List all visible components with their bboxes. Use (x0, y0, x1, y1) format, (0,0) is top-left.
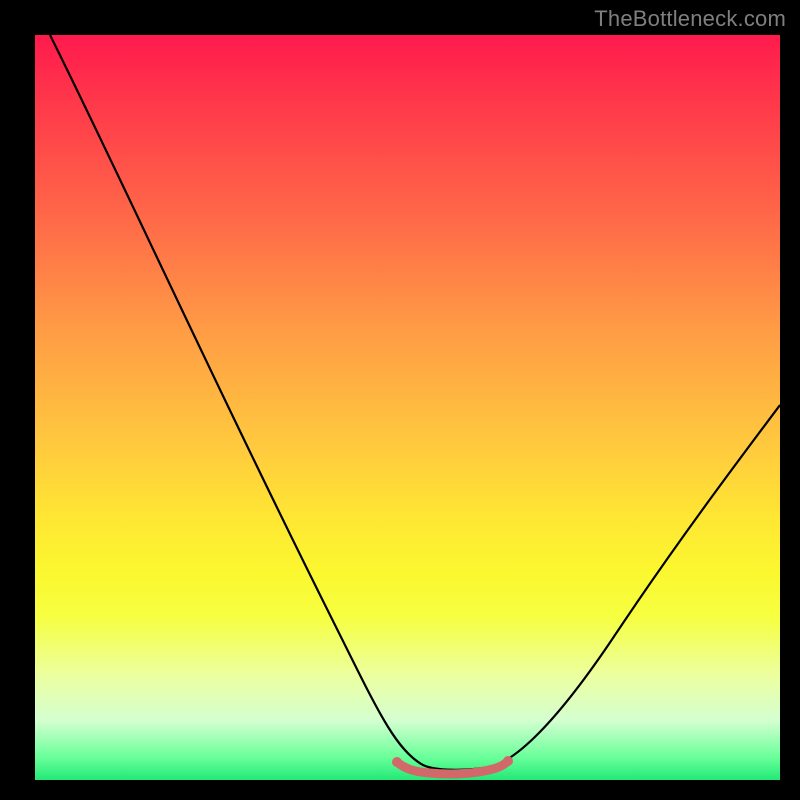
watermark-text: TheBottleneck.com (594, 6, 786, 32)
plot-area (35, 35, 780, 780)
chart-frame: TheBottleneck.com (0, 0, 800, 800)
bottleneck-curve (35, 35, 780, 780)
flat-segment-dot-left (392, 757, 402, 767)
flat-valley-segment (397, 761, 508, 774)
flat-segment-dot-right (503, 756, 513, 766)
curve-path (50, 35, 780, 770)
